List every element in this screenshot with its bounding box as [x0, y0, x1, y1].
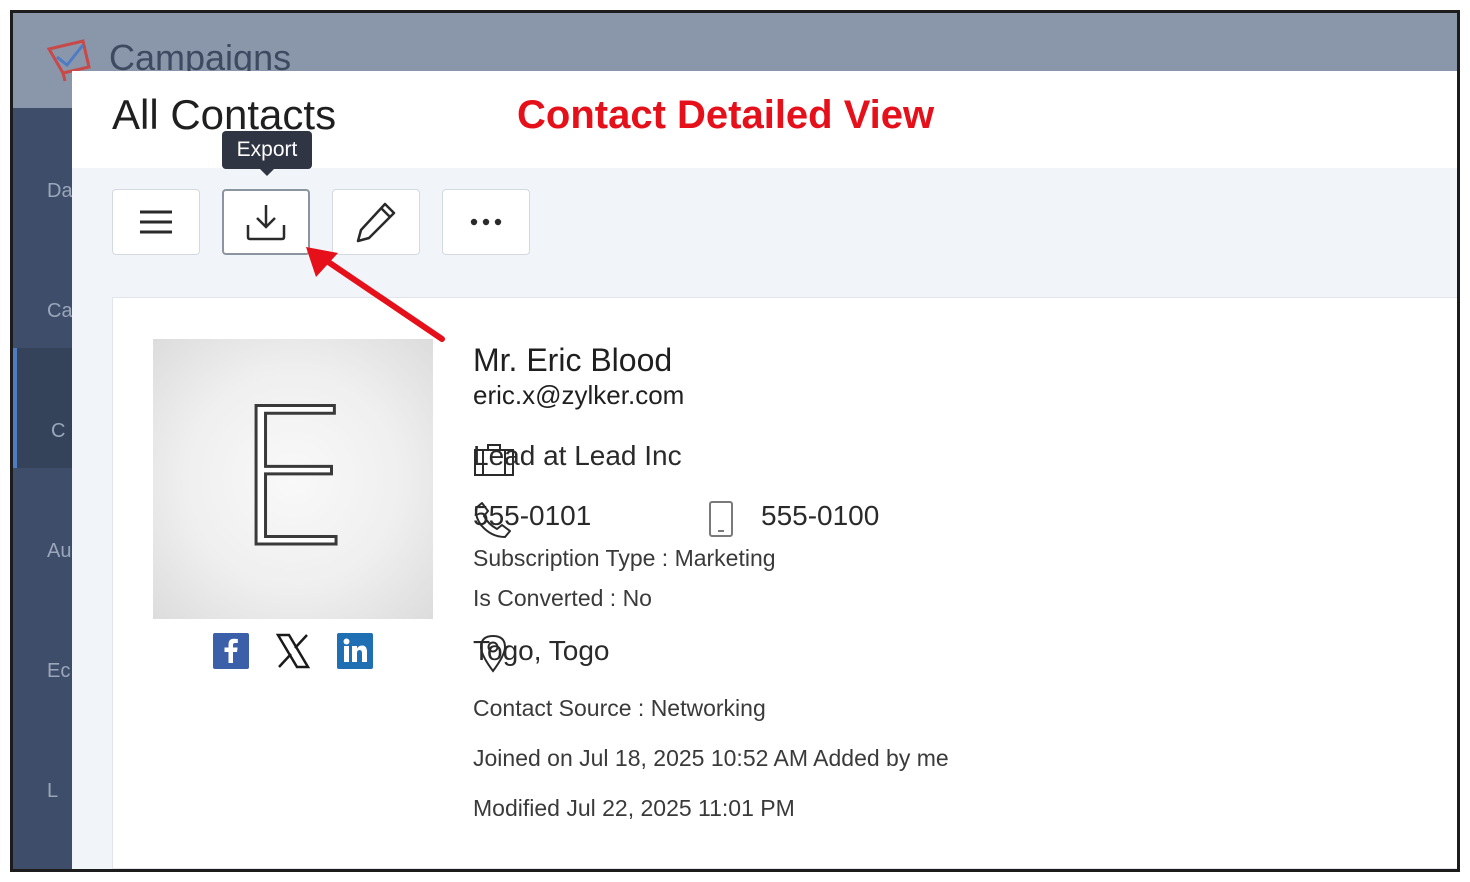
sidebar-item-label: Au — [47, 540, 72, 562]
contact-avatar: E — [153, 339, 433, 619]
tooltip-arrow — [259, 168, 275, 176]
sidebar-item-label: L — [47, 780, 59, 802]
joined-info: Joined on Jul 18, 2025 10:52 AM Added by… — [473, 745, 949, 771]
sidebar-item-contacts[interactable]: C — [13, 348, 75, 468]
modified-info: Modified Jul 22, 2025 11:01 PM — [473, 795, 795, 821]
contact-panel: All Contacts Contact Detailed View Expor… — [72, 71, 1457, 869]
screenshot-frame: Campaigns Da Ca C Au Ec L All Contacts C… — [10, 10, 1460, 872]
edit-button[interactable] — [332, 189, 420, 255]
facebook-link[interactable] — [213, 633, 249, 669]
sidebar-item-label: Ca — [47, 300, 73, 322]
contact-email[interactable]: eric.x@zylker.com — [473, 380, 684, 411]
sidebar-item-automation[interactable]: Au — [13, 468, 75, 588]
export-button[interactable] — [222, 189, 310, 255]
export-icon — [246, 205, 286, 241]
edit-icon — [356, 202, 396, 243]
linkedin-link[interactable] — [337, 633, 373, 669]
more-options-button[interactable] — [442, 189, 530, 255]
subscription-type: Subscription Type : Marketing — [473, 545, 776, 571]
x-link[interactable] — [275, 633, 311, 669]
sidebar-item-label: C — [51, 420, 66, 442]
sidebar-item-campaigns[interactable]: Ca — [13, 228, 75, 348]
sidebar-item-library[interactable]: L — [13, 708, 75, 828]
avatar-initial: E — [231, 368, 354, 589]
menu-icon — [140, 210, 172, 234]
sidebar-item-ecommerce[interactable]: Ec — [13, 588, 75, 708]
contact-location: Togo, Togo — [473, 635, 610, 666]
more-icon — [470, 218, 502, 226]
export-tooltip: Export — [222, 131, 312, 169]
contact-phone[interactable]: 555-0101 — [473, 500, 591, 532]
sidebar: Da Ca C Au Ec L — [13, 108, 75, 869]
contact-job: Lead at Lead Inc — [473, 440, 682, 471]
sidebar-item-label: Da — [47, 180, 73, 202]
linkedin-icon — [337, 633, 373, 669]
social-links — [213, 633, 373, 669]
contact-source: Contact Source : Networking — [473, 695, 766, 721]
contact-card: E Mr. Eric Blood eric.x@zylker.com Lead … — [112, 297, 1457, 869]
is-converted: Is Converted : No — [473, 585, 652, 611]
mobile-icon — [709, 501, 733, 537]
sidebar-item-label: Ec — [47, 660, 71, 682]
facebook-icon — [213, 633, 249, 669]
x-icon — [275, 633, 311, 669]
contact-mobile[interactable]: 555-0100 — [761, 500, 879, 532]
sidebar-item-dashboard[interactable]: Da — [13, 108, 75, 228]
annotation-arrow — [306, 247, 445, 342]
annotation-title: Contact Detailed View — [517, 93, 935, 137]
contact-name: Mr. Eric Blood — [473, 342, 673, 378]
menu-button[interactable] — [112, 189, 200, 255]
